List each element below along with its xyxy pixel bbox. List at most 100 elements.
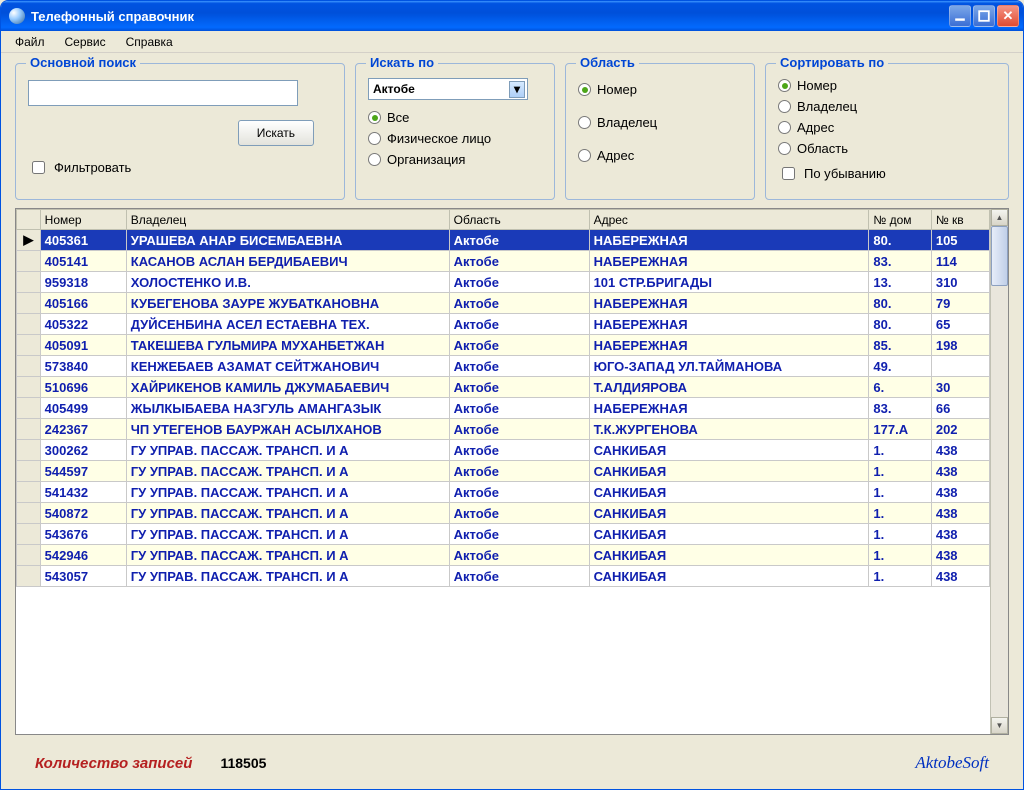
table-row[interactable]: ▶405361УРАШЕВА АНАР БИСЕМБАЕВНААктобеНАБ…: [17, 230, 990, 251]
table-row[interactable]: 544597ГУ УПРАВ. ПАССАЖ. ТРАНСП. И ААктоб…: [17, 461, 990, 482]
oblast-radio-address-label: Адрес: [597, 148, 634, 163]
cell-apt: 30: [931, 377, 989, 398]
table-row[interactable]: 543057ГУ УПРАВ. ПАССАЖ. ТРАНСП. И ААктоб…: [17, 566, 990, 587]
cell-num: 540872: [40, 503, 126, 524]
cell-oblast: Актобе: [449, 398, 589, 419]
cell-apt: 65: [931, 314, 989, 335]
chevron-down-icon: ▾: [509, 81, 525, 98]
grid-header-apt[interactable]: № кв: [931, 210, 989, 230]
sort-desc-checkbox[interactable]: [782, 167, 795, 180]
cell-num: 544597: [40, 461, 126, 482]
oblast-radio-address[interactable]: [578, 149, 591, 162]
results-grid: Номер Владелец Область Адрес № дом № кв …: [15, 208, 1009, 735]
table-row[interactable]: 242367ЧП УТЕГЕНОВ БАУРЖАН АСЫЛХАНОВАктоб…: [17, 419, 990, 440]
cell-oblast: Актобе: [449, 419, 589, 440]
maximize-button[interactable]: [973, 5, 995, 27]
cell-apt: [931, 356, 989, 377]
table-row[interactable]: 300262ГУ УПРАВ. ПАССАЖ. ТРАНСП. И ААктоб…: [17, 440, 990, 461]
sort-radio-owner-label: Владелец: [797, 99, 857, 114]
row-handle: [17, 314, 41, 335]
cell-apt: 105: [931, 230, 989, 251]
cell-owner: ГУ УПРАВ. ПАССАЖ. ТРАНСП. И А: [126, 461, 449, 482]
cell-house: 1.: [869, 503, 931, 524]
row-handle: [17, 398, 41, 419]
search-button[interactable]: Искать: [238, 120, 314, 146]
grid-header-address[interactable]: Адрес: [589, 210, 869, 230]
oblast-radio-owner[interactable]: [578, 116, 591, 129]
app-window: Телефонный справочник ✕ Файл Сервис Спра…: [0, 0, 1024, 790]
row-handle: [17, 293, 41, 314]
grid-header-handle: [17, 210, 41, 230]
cell-num: 405322: [40, 314, 126, 335]
cell-addr: ЮГО-ЗАПАД УЛ.ТАЙМАНОВА: [589, 356, 869, 377]
cell-owner: ЖЫЛКЫБАЕВА НАЗГУЛЬ АМАНГАЗЫК: [126, 398, 449, 419]
grid-header-number[interactable]: Номер: [40, 210, 126, 230]
cell-house: 80.: [869, 293, 931, 314]
table-row[interactable]: 542946ГУ УПРАВ. ПАССАЖ. ТРАНСП. И ААктоб…: [17, 545, 990, 566]
grid-header-oblast[interactable]: Область: [449, 210, 589, 230]
oblast-radio-number[interactable]: [578, 83, 591, 96]
sort-radio-oblast[interactable]: [778, 142, 791, 155]
row-handle: [17, 503, 41, 524]
radio-person[interactable]: [368, 132, 381, 145]
radio-all[interactable]: [368, 111, 381, 124]
cell-house: 6.: [869, 377, 931, 398]
search-input[interactable]: [28, 80, 298, 106]
radio-org[interactable]: [368, 153, 381, 166]
cell-owner: ГУ УПРАВ. ПАССАЖ. ТРАНСП. И А: [126, 545, 449, 566]
grid-scrollbar[interactable]: ▲ ▼: [990, 209, 1008, 734]
table-row[interactable]: 405499ЖЫЛКЫБАЕВА НАЗГУЛЬ АМАНГАЗЫКАктобе…: [17, 398, 990, 419]
titlebar[interactable]: Телефонный справочник ✕: [1, 1, 1023, 31]
table-row[interactable]: 540872ГУ УПРАВ. ПАССАЖ. ТРАНСП. И ААктоб…: [17, 503, 990, 524]
brand-label: AktobeSoft: [915, 753, 989, 773]
scroll-thumb[interactable]: [991, 226, 1008, 286]
table-row[interactable]: 573840КЕНЖЕБАЕВ АЗАМАТ СЕЙТЖАНОВИЧАктобе…: [17, 356, 990, 377]
table-row[interactable]: 405166КУБЕГЕНОВА ЗАУРЕ ЖУБАТКАНОВНААктоб…: [17, 293, 990, 314]
cell-addr: НАБЕРЕЖНАЯ: [589, 230, 869, 251]
table-row[interactable]: 541432ГУ УПРАВ. ПАССАЖ. ТРАНСП. И ААктоб…: [17, 482, 990, 503]
cell-owner: УРАШЕВА АНАР БИСЕМБАЕВНА: [126, 230, 449, 251]
minimize-button[interactable]: [949, 5, 971, 27]
cell-apt: 438: [931, 545, 989, 566]
table-row[interactable]: 405322ДУЙСЕНБИНА АСЕЛ ЕСТАЕВНА ТЕХ.Актоб…: [17, 314, 990, 335]
cell-oblast: Актобе: [449, 503, 589, 524]
menu-file[interactable]: Файл: [7, 33, 53, 51]
cell-oblast: Актобе: [449, 482, 589, 503]
cell-oblast: Актобе: [449, 566, 589, 587]
scroll-up-icon[interactable]: ▲: [991, 209, 1008, 226]
cell-oblast: Актобе: [449, 230, 589, 251]
cell-num: 959318: [40, 272, 126, 293]
region-combo[interactable]: Актобе ▾: [368, 78, 528, 100]
menu-service[interactable]: Сервис: [57, 33, 114, 51]
cell-house: 1.: [869, 545, 931, 566]
scroll-track[interactable]: [991, 286, 1008, 717]
table-row[interactable]: 405141КАСАНОВ АСЛАН БЕРДИБАЕВИЧАктобеНАБ…: [17, 251, 990, 272]
filter-checkbox[interactable]: [32, 161, 45, 174]
sort-desc-label: По убыванию: [804, 166, 886, 181]
searchby-group-title: Искать по: [366, 55, 438, 70]
scroll-down-icon[interactable]: ▼: [991, 717, 1008, 734]
cell-apt: 438: [931, 566, 989, 587]
cell-addr: САНКИБАЯ: [589, 461, 869, 482]
table-row[interactable]: 510696ХАЙРИКЕНОВ КАМИЛЬ ДЖУМАБАЕВИЧАктоб…: [17, 377, 990, 398]
cell-owner: ГУ УПРАВ. ПАССАЖ. ТРАНСП. И А: [126, 482, 449, 503]
cell-owner: КАСАНОВ АСЛАН БЕРДИБАЕВИЧ: [126, 251, 449, 272]
sort-radio-number[interactable]: [778, 79, 791, 92]
grid-header-house[interactable]: № дом: [869, 210, 931, 230]
cell-oblast: Актобе: [449, 335, 589, 356]
sort-radio-address[interactable]: [778, 121, 791, 134]
table-row[interactable]: 405091ТАКЕШЕВА ГУЛЬМИРА МУХАНБЕТЖАНАктоб…: [17, 335, 990, 356]
table-row[interactable]: 959318ХОЛОСТЕНКО И.В.Актобе101 СТР.БРИГА…: [17, 272, 990, 293]
sort-group-title: Сортировать по: [776, 55, 888, 70]
table-row[interactable]: 543676ГУ УПРАВ. ПАССАЖ. ТРАНСП. И ААктоб…: [17, 524, 990, 545]
filter-label: Фильтровать: [54, 160, 131, 175]
sort-radio-owner[interactable]: [778, 100, 791, 113]
cell-num: 542946: [40, 545, 126, 566]
cell-num: 405361: [40, 230, 126, 251]
grid-header-owner[interactable]: Владелец: [126, 210, 449, 230]
menu-help[interactable]: Справка: [118, 33, 181, 51]
cell-num: 541432: [40, 482, 126, 503]
close-button[interactable]: ✕: [997, 5, 1019, 27]
cell-house: 83.: [869, 251, 931, 272]
row-handle: [17, 251, 41, 272]
